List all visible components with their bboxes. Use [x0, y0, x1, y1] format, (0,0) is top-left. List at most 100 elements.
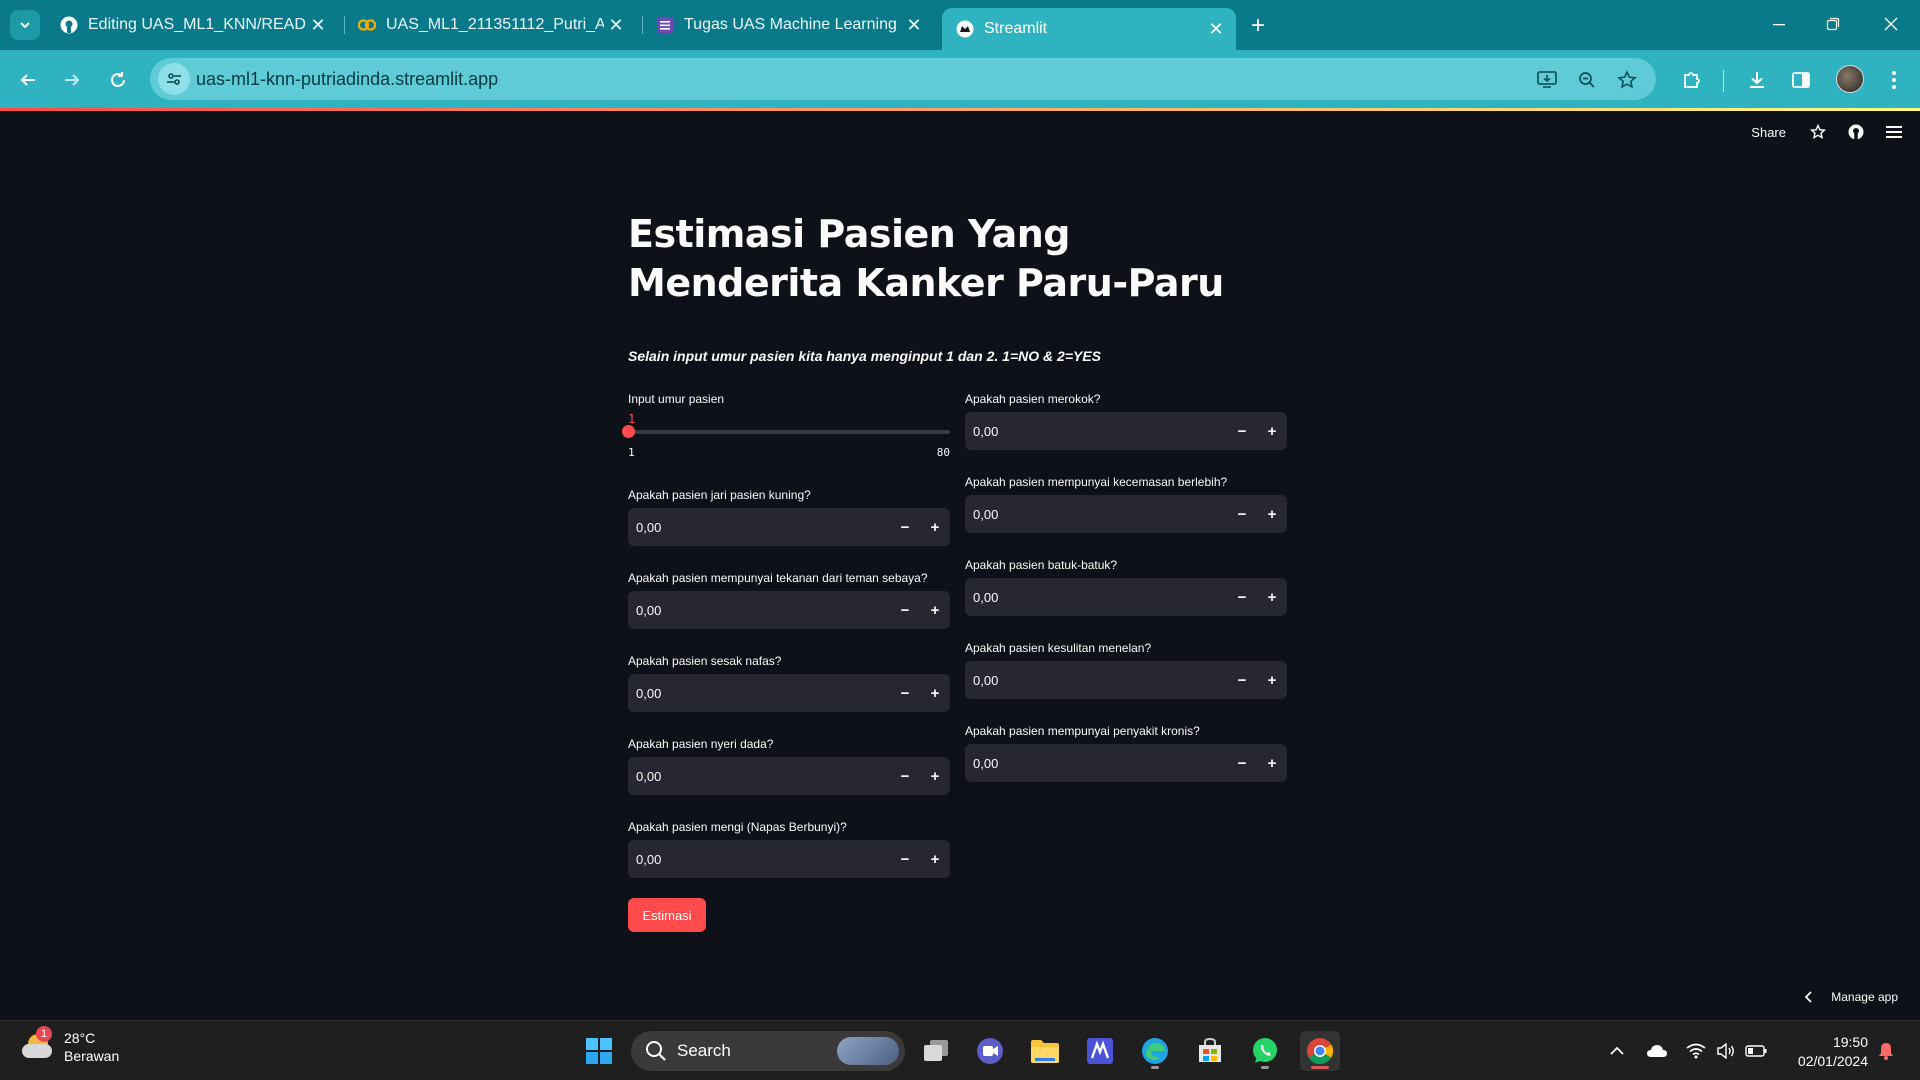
notification-bell-icon[interactable]	[1874, 1039, 1898, 1063]
number-input-value[interactable]: 0,00	[628, 603, 890, 618]
task-view-button[interactable]	[916, 1031, 956, 1071]
close-icon[interactable]: ✕	[306, 13, 330, 37]
decrement-button[interactable]: −	[890, 508, 920, 546]
decrement-button[interactable]: −	[1227, 661, 1257, 699]
decrement-button[interactable]: −	[1227, 744, 1257, 782]
visual-studio-button[interactable]	[1080, 1031, 1120, 1071]
increment-button[interactable]: +	[1257, 412, 1287, 450]
close-icon	[1884, 17, 1898, 31]
decrement-button[interactable]: −	[890, 674, 920, 712]
right-column: Apakah pasien merokok? 0,00 − + Apakah p…	[965, 390, 1287, 805]
running-indicator	[1311, 1066, 1329, 1069]
number-input-value[interactable]: 0,00	[965, 590, 1227, 605]
teams-chat-button[interactable]	[970, 1031, 1010, 1071]
extensions-button[interactable]	[1676, 64, 1708, 96]
install-app-icon[interactable]	[1534, 67, 1560, 93]
site-info-button[interactable]	[158, 63, 190, 95]
number-input-value[interactable]: 0,00	[628, 520, 890, 535]
address-bar[interactable]: uas-ml1-knn-putriadinda.streamlit.app	[150, 58, 1656, 100]
edge-button[interactable]	[1135, 1031, 1175, 1071]
increment-button[interactable]: +	[1257, 495, 1287, 533]
number-input-value[interactable]: 0,00	[965, 673, 1227, 688]
hamburger-menu-icon[interactable]	[1884, 122, 1904, 142]
increment-button[interactable]: +	[920, 840, 950, 878]
file-explorer-button[interactable]	[1025, 1031, 1065, 1071]
increment-button[interactable]: +	[920, 757, 950, 795]
decrement-button[interactable]: −	[890, 591, 920, 629]
wifi-icon[interactable]	[1684, 1039, 1708, 1063]
url-text[interactable]: uas-ml1-knn-putriadinda.streamlit.app	[196, 69, 498, 90]
number-input-value[interactable]: 0,00	[965, 424, 1227, 439]
slider-max: 80	[936, 446, 950, 459]
github-icon[interactable]	[1846, 122, 1866, 142]
field-label: Input umur pasien	[628, 392, 725, 406]
windows-taskbar: 1 28°C Berawan Search 19:50 02/01/2024	[0, 1020, 1920, 1080]
taskbar-search[interactable]: Search	[631, 1031, 905, 1071]
number-input-value[interactable]: 0,00	[628, 686, 890, 701]
downloads-button[interactable]	[1741, 64, 1773, 96]
tab-github[interactable]: Editing UAS_ML1_KNN/README.md ✕	[46, 8, 338, 42]
number-input-value[interactable]: 0,00	[628, 769, 890, 784]
colab-icon	[358, 16, 376, 34]
minimize-button[interactable]	[1756, 8, 1802, 40]
decrement-button[interactable]: −	[1227, 578, 1257, 616]
profile-avatar[interactable]	[1836, 65, 1864, 93]
number-input-value[interactable]: 0,00	[965, 507, 1227, 522]
field-jari-kuning: Apakah pasien jari pasien kuning? 0,00 −…	[628, 486, 950, 569]
zoom-icon[interactable]	[1574, 67, 1600, 93]
close-icon[interactable]: ✕	[902, 13, 926, 37]
star-icon[interactable]	[1808, 122, 1828, 142]
increment-button[interactable]: +	[1257, 661, 1287, 699]
increment-button[interactable]: +	[1257, 578, 1287, 616]
onedrive-icon[interactable]	[1645, 1039, 1669, 1063]
tab-colab[interactable]: UAS_ML1_211351112_Putri_Adinda ✕	[344, 8, 636, 42]
forward-button[interactable]	[56, 64, 88, 96]
tab-search-button[interactable]	[10, 10, 40, 40]
decrement-button[interactable]: −	[890, 757, 920, 795]
restore-button[interactable]	[1810, 8, 1856, 40]
manage-app-button[interactable]: Manage app	[1805, 990, 1898, 1004]
chrome-menu-button[interactable]	[1878, 64, 1910, 96]
estimasi-button[interactable]: Estimasi	[628, 898, 706, 932]
battery-icon[interactable]	[1744, 1039, 1768, 1063]
start-button[interactable]	[579, 1031, 619, 1071]
increment-button[interactable]: +	[920, 591, 950, 629]
arrow-right-icon	[65, 74, 80, 86]
increment-button[interactable]: +	[920, 674, 950, 712]
show-hidden-icons-button[interactable]	[1605, 1039, 1629, 1063]
volume-icon[interactable]	[1714, 1039, 1738, 1063]
increment-button[interactable]: +	[920, 508, 950, 546]
share-button[interactable]: Share	[1751, 125, 1786, 140]
back-button[interactable]	[12, 64, 44, 96]
close-icon[interactable]: ✕	[604, 13, 628, 37]
field-label: Apakah pasien merokok?	[965, 392, 1101, 406]
close-icon[interactable]: ✕	[1204, 17, 1228, 41]
tab-forms[interactable]: Tugas UAS Machine Learning 1 ✕	[642, 8, 934, 42]
slider-thumb[interactable]	[622, 425, 635, 438]
number-input-value[interactable]: 0,00	[965, 756, 1227, 771]
store-button[interactable]	[1190, 1031, 1230, 1071]
forms-icon	[656, 16, 674, 34]
new-tab-button[interactable]: +	[1244, 12, 1272, 40]
chevron-down-icon	[20, 22, 30, 29]
weather-widget[interactable]: 1 28°C Berawan	[20, 1026, 119, 1065]
decrement-button[interactable]: −	[1227, 412, 1257, 450]
tab-streamlit[interactable]: Streamlit ✕	[942, 8, 1236, 50]
decrement-button[interactable]: −	[890, 840, 920, 878]
age-slider-field: Input umur pasien 1 1 80	[622, 390, 950, 486]
slider-range: 1 80	[628, 446, 950, 460]
field-sesak-nafas: Apakah pasien sesak nafas? 0,00 − +	[628, 652, 950, 735]
reload-button[interactable]	[102, 64, 134, 96]
taskbar-clock[interactable]: 19:50 02/01/2024	[1786, 1033, 1868, 1071]
bookmark-star-icon[interactable]	[1614, 67, 1640, 93]
whatsapp-button[interactable]	[1245, 1031, 1285, 1071]
age-slider[interactable]	[622, 425, 950, 438]
field-merokok: Apakah pasien merokok? 0,00 − +	[965, 390, 1287, 473]
close-window-button[interactable]	[1868, 8, 1914, 40]
chrome-button[interactable]	[1300, 1031, 1340, 1071]
field-label: Apakah pasien batuk-batuk?	[965, 558, 1118, 572]
number-input-value[interactable]: 0,00	[628, 852, 890, 867]
side-panel-button[interactable]	[1785, 64, 1817, 96]
increment-button[interactable]: +	[1257, 744, 1287, 782]
decrement-button[interactable]: −	[1227, 495, 1257, 533]
